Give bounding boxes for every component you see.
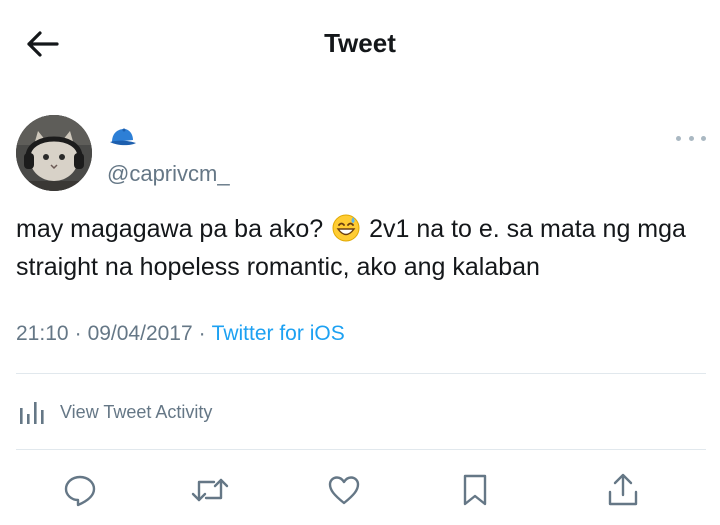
retweet-button[interactable] (188, 468, 232, 512)
author-handle[interactable]: @caprivcm_ (107, 161, 230, 187)
tweet-text: may magagawa pa ba ako? 2v1 na to e. sa … (16, 210, 706, 286)
page-title: Tweet (324, 28, 396, 58)
view-tweet-activity-label: View Tweet Activity (60, 401, 213, 422)
tweet-source-link[interactable]: Twitter for iOS (212, 322, 345, 345)
bar-chart-icon (20, 402, 44, 424)
more-dot-icon (701, 135, 706, 141)
tweet-action-bar (0, 468, 720, 512)
tweet-date: 09/04/2017 (87, 322, 193, 345)
share-icon (608, 473, 638, 506)
tweet-text-part-1: may magagawa pa ba ako? (16, 215, 324, 243)
more-dot-icon (676, 135, 681, 141)
view-tweet-activity-button[interactable]: View Tweet Activity (16, 392, 706, 432)
more-dot-icon (688, 135, 694, 141)
meta-separator: · (74, 322, 82, 345)
tweet-time: 21:10 (16, 322, 69, 345)
divider (16, 449, 706, 450)
meta-separator: · (198, 322, 206, 345)
reply-button[interactable] (58, 468, 102, 512)
tweet-meta: 21:10 · 09/04/2017 · Twitter for iOS (16, 322, 345, 346)
heart-icon (328, 476, 360, 505)
grinning-face-with-sweat-emoji (332, 214, 360, 242)
avatar[interactable] (16, 115, 92, 191)
cat-with-headphones-avatar (16, 115, 92, 191)
blue-cap-emoji (107, 127, 137, 149)
more-options-button[interactable] (676, 133, 706, 143)
divider (16, 373, 706, 374)
bookmark-button[interactable] (453, 468, 497, 512)
bookmark-icon (463, 474, 487, 506)
like-button[interactable] (322, 468, 366, 512)
tweet-author: @caprivcm_ (16, 115, 706, 195)
retweet-icon (191, 478, 229, 502)
share-button[interactable] (601, 468, 645, 512)
reply-icon (64, 475, 96, 507)
top-navigation-bar: Tweet (0, 0, 720, 90)
